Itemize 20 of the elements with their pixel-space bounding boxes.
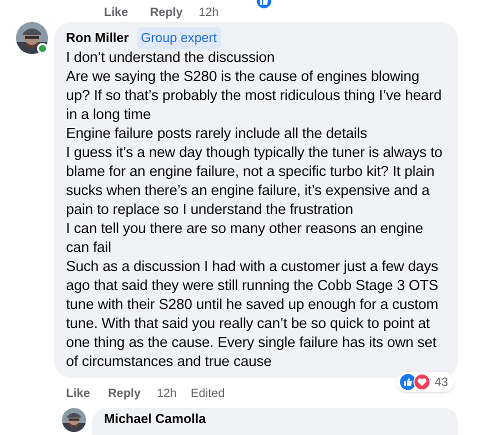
comment-text: I can tell you there are so many other reasons an engine can fail xyxy=(66,220,424,258)
reaction-summary[interactable]: 43 xyxy=(396,372,454,392)
comment-time: 12h xyxy=(198,4,219,21)
heart-reaction-icon xyxy=(412,372,431,390)
reaction-count: 43 xyxy=(434,374,449,390)
comment-text: I guess it’s a new day though typically the tuner is always to blame for an engine failure, not a specific turbo kit? It plain sucks when there’s an engine failure, it’s expensive and a pain to replace so I understand the frustration xyxy=(66,144,444,220)
edited-label: Edited xyxy=(190,384,225,402)
comment-action-link[interactable]: Like xyxy=(104,3,128,21)
comment-text: I don’t understand the discussion xyxy=(66,48,276,68)
comment-text: Such as a discussion I had with a customer just a few days ago that said they were still running the Cobb Stage 3 OTS tune with their S280 until he saved up enough for a custom tune. With that said you really can’t be so quick to point at one thing as the cause. Every single failure has its own set of circumstances and true cause xyxy=(66,258,440,372)
comment-text: Are we saying the S280 is the cause of engines blowing up? If so that’s probably the most ridiculous thing I’ve heard in a long time xyxy=(66,68,443,124)
comment-action-link[interactable]: Reply xyxy=(150,3,183,21)
comment-action-link[interactable]: Reply xyxy=(108,384,141,402)
comment-time: 12h xyxy=(156,384,177,402)
author-name[interactable]: Michael Camolla xyxy=(104,412,446,424)
group-expert-tag: Group expert xyxy=(136,27,221,48)
author-name[interactable]: Ron Miller xyxy=(66,28,129,48)
comment-action-link[interactable]: Like xyxy=(66,384,90,402)
like-reaction-icon xyxy=(398,372,417,390)
comment-text: Engine failure posts rarely include all the details xyxy=(66,124,368,144)
